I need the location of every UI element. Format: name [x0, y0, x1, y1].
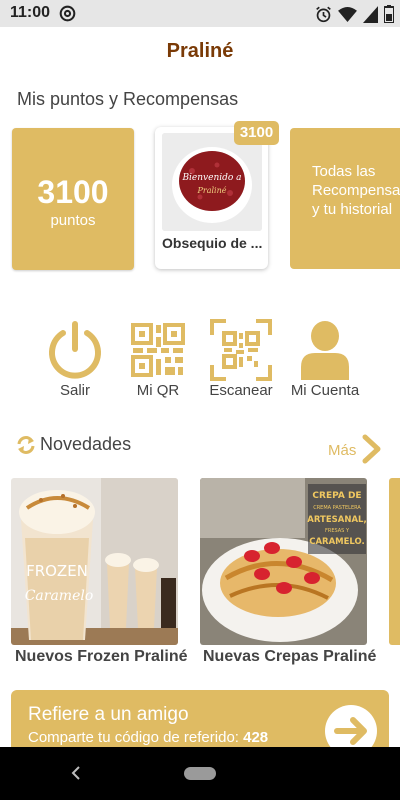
logout-button[interactable]: Salir	[35, 318, 115, 399]
scan-label: Escanear	[209, 382, 273, 399]
power-icon	[49, 321, 101, 379]
more-link[interactable]: Más	[328, 442, 356, 459]
status-time: 11:00	[10, 4, 51, 21]
status-icons	[315, 5, 394, 23]
reward-cost-badge: 3100	[234, 121, 279, 145]
news-section-title: Novedades	[40, 434, 132, 454]
crepas-image-text-5: CARAMELO.	[309, 537, 365, 547]
signal-icon	[363, 5, 378, 23]
reward-image-text-1: Bienvenido a	[181, 173, 241, 183]
news-item-next-peek[interactable]	[389, 478, 400, 645]
reward-name: Obsequio de ...	[162, 235, 263, 251]
crepas-image-text-1: CREPA DE	[312, 491, 361, 501]
crepas-image-text-2: CREMA PASTELERA	[313, 505, 361, 511]
at-sign-icon	[59, 5, 76, 22]
reward-image: Bienvenido a Praliné	[162, 133, 262, 231]
points-value: 3100	[37, 174, 109, 210]
news-item-frozen-caption: Nuevos Frozen Praliné	[15, 648, 188, 665]
scan-qr-icon	[210, 319, 272, 381]
battery-icon	[384, 5, 394, 23]
scan-button[interactable]: Escanear	[201, 318, 281, 399]
frozen-drink-image: FROZEN Caramelo	[11, 478, 178, 645]
reward-image-text-2: Praliné	[197, 186, 227, 195]
points-card[interactable]: 3100 puntos	[12, 128, 134, 270]
system-navigation-bar	[0, 747, 400, 800]
news-item-crepas-caption: Nuevas Crepas Praliné	[203, 648, 377, 665]
chevron-right-icon[interactable]	[361, 434, 383, 464]
points-unit: puntos	[50, 212, 96, 229]
status-bar: 11:00	[0, 0, 400, 27]
user-icon	[301, 321, 349, 380]
wifi-icon	[338, 6, 357, 22]
frozen-image-text-2: Caramelo	[25, 588, 94, 604]
logout-label: Salir	[59, 382, 90, 399]
my-qr-label: Mi QR	[136, 382, 180, 399]
crepes-image: CREPA DE CREMA PASTELERA ARTESANAL, FRES…	[200, 478, 367, 645]
my-account-label: Mi Cuenta	[290, 382, 360, 399]
referral-code: 428	[243, 729, 269, 746]
app-title: Praliné	[166, 40, 234, 62]
my-account-button[interactable]: Mi Cuenta	[285, 318, 365, 399]
referral-title: Refiere a un amigo	[28, 704, 189, 725]
featured-reward-card[interactable]: Bienvenido a Praliné Obsequio de ...	[155, 127, 268, 269]
referral-subtitle-text: Comparte tu código de referido:	[28, 729, 239, 746]
alarm-icon	[316, 6, 331, 22]
all-rewards-card[interactable]: Todas las Recompensas y tu historial	[290, 128, 400, 269]
refresh-icon	[17, 436, 35, 454]
frozen-image-text-1: FROZEN	[26, 562, 88, 580]
home-pill[interactable]	[184, 767, 216, 780]
cake-image: Bienvenido a Praliné	[162, 133, 262, 231]
news-item-frozen-image[interactable]: FROZEN Caramelo	[11, 478, 178, 645]
qr-code-icon	[131, 323, 185, 377]
referral-subtitle: Comparte tu código de referido: 428	[28, 729, 268, 746]
my-qr-button[interactable]: Mi QR	[118, 318, 198, 399]
news-item-crepas-image[interactable]: CREPA DE CREMA PASTELERA ARTESANAL, FRES…	[200, 478, 367, 645]
rewards-section-title: Mis puntos y Recompensas	[17, 89, 239, 109]
crepas-image-text-3: ARTESANAL,	[307, 515, 366, 525]
back-icon[interactable]	[68, 764, 84, 782]
crepas-image-text-4: FRESAS Y	[325, 528, 350, 534]
